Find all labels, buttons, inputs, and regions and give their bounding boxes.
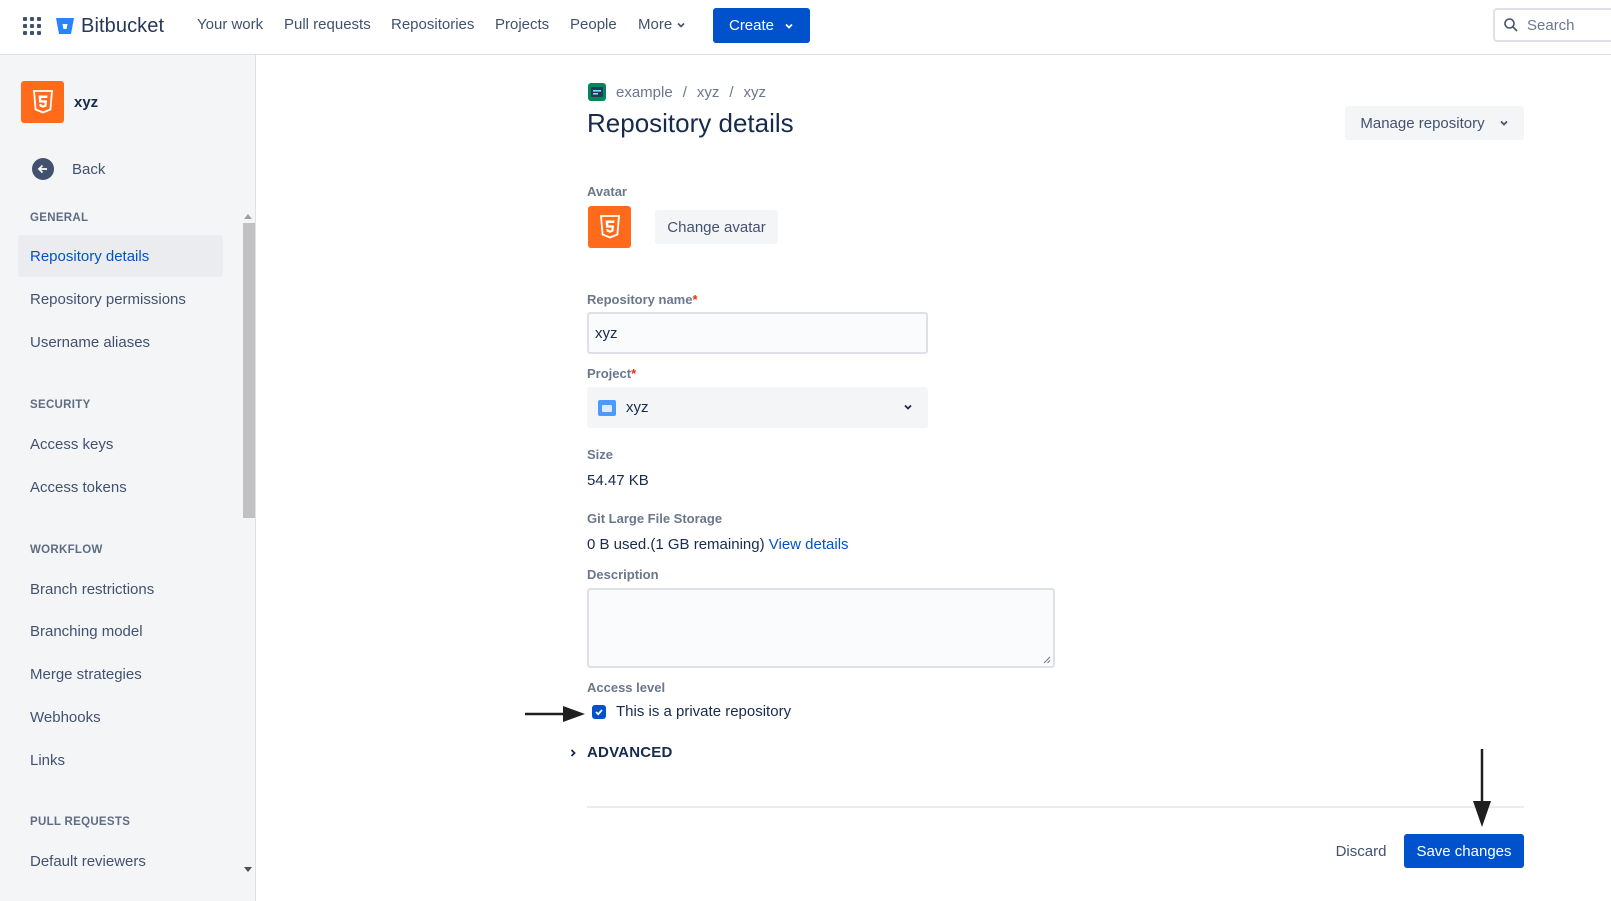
sidebar-item-branching-model[interactable]: Branching model <box>18 610 223 652</box>
search-input[interactable]: Search <box>1493 8 1611 42</box>
app-switcher-icon[interactable] <box>20 14 44 38</box>
sidebar-item-webhooks[interactable]: Webhooks <box>18 696 223 738</box>
brand-name: Bitbucket <box>81 14 165 37</box>
sidebar-item-username-aliases[interactable]: Username aliases <box>18 321 223 363</box>
section-workflow: WORKFLOW <box>30 544 103 556</box>
manage-repository-label: Manage repository <box>1360 114 1485 132</box>
description-textarea[interactable] <box>587 588 1055 668</box>
description-label: Description <box>587 567 659 582</box>
top-navigation: Bitbucket Your work Pull requests Reposi… <box>0 0 1611 55</box>
chevron-right-icon <box>570 748 576 757</box>
breadcrumb-workspace[interactable]: example <box>616 84 673 101</box>
sidebar-item-branch-restrictions[interactable]: Branch restrictions <box>18 568 223 610</box>
arrow-left-circle-icon <box>32 158 54 180</box>
save-changes-button[interactable]: Save changes <box>1404 834 1524 868</box>
breadcrumb-separator: / <box>682 83 687 101</box>
repository-name-label: Repository name* <box>587 292 698 307</box>
repository-name-input[interactable] <box>587 312 928 354</box>
back-label: Back <box>72 160 106 178</box>
lfs-usage: 0 B used.(1 GB remaining) View details <box>587 536 849 553</box>
breadcrumb-separator: / <box>729 83 734 101</box>
sidebar-item-repository-permissions[interactable]: Repository permissions <box>18 278 223 320</box>
sidebar-scrollbar-thumb[interactable] <box>243 223 255 518</box>
bitbucket-logo[interactable]: Bitbucket <box>55 14 164 38</box>
project-label-text: Project <box>587 366 632 381</box>
size-label: Size <box>587 447 614 462</box>
section-general: GENERAL <box>30 212 89 224</box>
sidebar-repo-name: xyz <box>74 93 99 111</box>
advanced-label: ADVANCED <box>587 744 673 761</box>
project-folder-icon <box>598 399 616 416</box>
sidebar-item-access-tokens[interactable]: Access tokens <box>18 466 223 508</box>
manage-repository-button[interactable]: Manage repository <box>1345 106 1524 140</box>
search-placeholder: Search <box>1527 16 1575 34</box>
scroll-up-arrow-icon[interactable] <box>244 214 252 219</box>
nav-projects[interactable]: Projects <box>495 16 549 33</box>
size-value: 54.47 KB <box>587 472 649 489</box>
sidebar-item-access-keys[interactable]: Access keys <box>18 423 223 465</box>
nav-people[interactable]: People <box>570 16 617 33</box>
private-repository-option[interactable]: This is a private repository <box>592 703 791 720</box>
bitbucket-icon <box>56 18 74 34</box>
repository-avatar <box>588 206 631 248</box>
nav-repositories[interactable]: Repositories <box>391 16 474 33</box>
lfs-label: Git Large File Storage <box>587 511 723 526</box>
advanced-toggle[interactable]: ADVANCED <box>568 744 673 761</box>
chevron-down-icon <box>677 22 685 28</box>
scroll-down-arrow-icon[interactable] <box>244 867 252 872</box>
breadcrumb-repository[interactable]: xyz <box>744 84 767 101</box>
nav-your-work[interactable]: Your work <box>197 16 263 33</box>
repo-avatar <box>21 81 64 123</box>
create-button-label: Create <box>728 17 775 34</box>
nav-more-label: More <box>638 16 673 33</box>
repository-name-label-text: Repository name <box>587 292 693 307</box>
back-link[interactable]: Back <box>32 158 105 180</box>
breadcrumb: example / xyz / xyz <box>588 83 766 101</box>
form-divider <box>587 806 1524 808</box>
avatar-label: Avatar <box>587 184 627 199</box>
sidebar: xyz Back GENERAL Repository details Repo… <box>0 55 256 901</box>
project-select[interactable]: xyz <box>587 387 928 428</box>
page-title: Repository details <box>587 108 794 138</box>
sidebar-item-merge-strategies[interactable]: Merge strategies <box>18 653 223 695</box>
sidebar-item-links[interactable]: Links <box>18 739 223 781</box>
annotation-arrow-down-icon <box>1473 749 1491 827</box>
sidebar-item-repository-details[interactable]: Repository details <box>18 235 223 277</box>
required-marker: * <box>692 292 698 307</box>
discard-button[interactable]: Discard <box>1325 834 1397 868</box>
section-pull-requests: PULL REQUESTS <box>30 816 131 828</box>
chevron-down-icon <box>785 23 793 29</box>
create-button[interactable]: Create <box>713 8 810 43</box>
section-security: SECURITY <box>30 399 91 411</box>
html5-icon <box>599 215 620 239</box>
change-avatar-button[interactable]: Change avatar <box>655 210 778 244</box>
chevron-down-icon <box>904 404 912 410</box>
workspace-icon <box>588 83 606 101</box>
resize-grip-icon[interactable] <box>1043 656 1051 664</box>
access-level-label: Access level <box>587 680 666 695</box>
project-select-value: xyz <box>626 399 649 416</box>
view-details-link[interactable]: View details <box>769 536 849 553</box>
private-repository-label: This is a private repository <box>616 703 792 720</box>
project-label: Project* <box>587 366 636 381</box>
search-icon <box>1504 18 1518 32</box>
html5-icon <box>32 90 53 114</box>
sidebar-repo-header[interactable]: xyz <box>21 81 98 123</box>
checkmark-icon <box>595 708 603 716</box>
private-repository-checkbox[interactable] <box>592 704 606 719</box>
required-marker: * <box>631 366 637 381</box>
nav-more[interactable]: More <box>638 16 686 33</box>
nav-pull-requests[interactable]: Pull requests <box>284 16 371 33</box>
annotation-arrow-right-icon <box>525 706 585 722</box>
sidebar-item-default-reviewers[interactable]: Default reviewers <box>18 840 223 882</box>
lfs-usage-text: 0 B used.(1 GB remaining) <box>587 536 765 553</box>
breadcrumb-project[interactable]: xyz <box>697 84 720 101</box>
chevron-down-icon <box>1499 120 1508 126</box>
